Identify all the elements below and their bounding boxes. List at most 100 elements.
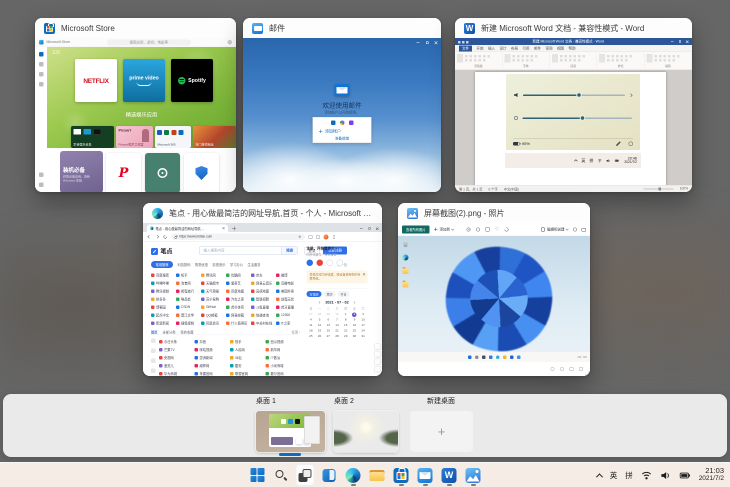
site-link[interactable]: IT之家 <box>276 319 300 327</box>
quick-action-circles[interactable] <box>307 260 368 267</box>
register-card-title[interactable]: 注册，开始自定义 › <box>307 246 368 251</box>
site-link[interactable]: 天猫超市 <box>201 279 225 287</box>
file-explorer-button[interactable] <box>368 464 387 486</box>
floating-toolbar[interactable] <box>375 344 381 373</box>
site-link[interactable]: 晋江文学 <box>176 311 200 319</box>
ready-link[interactable]: 准备就绪 <box>313 136 371 141</box>
site-link[interactable]: 爱奇艺 <box>226 279 250 287</box>
site-link[interactable]: 人民网 <box>230 346 265 354</box>
window-controls[interactable] <box>355 227 382 231</box>
zoom-slider[interactable] <box>644 188 674 189</box>
site-link[interactable]: 凤凰资讯 <box>201 319 225 327</box>
site-link[interactable]: 新浪新闻 <box>151 319 175 327</box>
site-link[interactable]: 优酷网 <box>226 271 250 279</box>
share-icon[interactable] <box>573 227 577 231</box>
site-link[interactable]: 少数派 <box>266 354 301 362</box>
search-button[interactable] <box>272 464 291 486</box>
site-search-button[interactable]: 搜索 <box>282 247 298 255</box>
microsoft-store-button[interactable] <box>392 464 411 486</box>
prev-month-icon[interactable] <box>318 301 321 304</box>
spotify-tile[interactable]: Spotify <box>171 59 213 102</box>
notice-close-icon[interactable] <box>363 273 366 276</box>
site-link[interactable]: 芒果TV <box>159 346 194 354</box>
collections-icon[interactable] <box>309 235 313 239</box>
site-link[interactable]: GitHub <box>201 303 225 311</box>
site-link[interactable]: 携程旅行 <box>176 287 200 295</box>
ribbon-tab-1[interactable]: 文件 <box>459 45 472 51</box>
forward-icon[interactable] <box>155 235 160 240</box>
store-card-games[interactable]: 热门游戏精选 <box>193 126 236 148</box>
site-link[interactable]: 什么值得买 <box>226 319 250 327</box>
calendar-tab[interactable]: 黄历 <box>324 291 336 297</box>
site-link[interactable]: 虎牙直播 <box>276 303 300 311</box>
site-link[interactable]: 咪咕视频 <box>195 346 230 354</box>
task-view-button[interactable] <box>296 464 315 486</box>
manage-link[interactable]: 管理 › <box>292 329 300 334</box>
site-link[interactable]: 天气预报 <box>201 287 225 295</box>
more-menu-icon[interactable] <box>334 236 335 237</box>
word-button[interactable] <box>440 464 459 486</box>
desktop-1-thumbnail[interactable] <box>256 411 325 452</box>
favorite-circle-icon[interactable] <box>317 260 324 267</box>
site-link[interactable]: 京东 <box>251 271 275 279</box>
ribbon-tab-9[interactable]: 视图 <box>557 46 564 51</box>
pinterest-tile[interactable] <box>106 153 141 192</box>
store-card-microsoft365[interactable]: Microsoft 365 <box>155 126 191 148</box>
site-link[interactable]: 苹果官网 <box>195 370 230 377</box>
section-tab[interactable]: 首页 <box>151 329 158 334</box>
site-link[interactable]: 汽车之家 <box>226 295 250 303</box>
calendar-day[interactable]: 30 <box>350 334 359 340</box>
section-tab[interactable]: 我的收藏 <box>181 329 194 334</box>
calendar-tab[interactable]: 节日 <box>338 291 350 297</box>
address-bar[interactable]: https://www.bidian.com <box>171 234 305 241</box>
calendar-day[interactable]: 25 <box>307 334 316 340</box>
store-card-picsart[interactable]: PicsartPicsart 照片工作室 <box>116 126 153 148</box>
site-link[interactable]: 今日头条 <box>159 338 194 346</box>
empty-circle-icon[interactable] <box>327 260 334 267</box>
store-avatar[interactable] <box>227 40 232 45</box>
filmstrip-icon[interactable] <box>579 367 583 371</box>
add-account-button[interactable]: 添加帐户 <box>313 129 371 135</box>
category-link[interactable]: 学习办公 <box>226 262 244 267</box>
extensions-icon[interactable] <box>316 235 320 239</box>
user-circle-icon[interactable] <box>307 260 314 267</box>
ribbon-tab-3[interactable]: 插入 <box>488 46 495 51</box>
empty-circle-icon[interactable] <box>337 260 344 267</box>
delete-icon[interactable] <box>486 228 490 232</box>
document-page[interactable]: 95% 英 拼 20:462021/7/2 <box>475 72 666 185</box>
site-link[interactable]: QQ邮箱 <box>201 311 225 319</box>
calendar-tab[interactable]: 万年历 <box>307 291 322 297</box>
battery-icon[interactable] <box>679 470 691 481</box>
desktop-2-thumbnail[interactable] <box>334 411 398 452</box>
site-link[interactable]: 威锋网 <box>195 362 230 370</box>
site-link[interactable]: 抖音 <box>195 338 230 346</box>
photos-button[interactable] <box>464 464 483 486</box>
site-search-input[interactable]: 输入搜索内容搜索 <box>199 246 298 255</box>
speaker-icon[interactable] <box>660 470 671 481</box>
site-link[interactable]: 高德地图 <box>251 287 275 295</box>
site-link[interactable]: 华为商城 <box>159 370 194 377</box>
edge-button[interactable] <box>344 464 363 486</box>
site-link[interactable]: 小米商城 <box>266 362 301 370</box>
category-link[interactable]: 科技数码 <box>178 262 191 267</box>
profile-avatar[interactable] <box>324 234 329 239</box>
maximize-icon[interactable] <box>368 227 372 231</box>
site-link[interactable]: 央视网 <box>159 354 194 362</box>
minimize-icon[interactable] <box>671 40 675 44</box>
category-link[interactable]: 生活服务 <box>243 262 261 267</box>
shield-app-tile[interactable] <box>184 153 219 192</box>
section-tab[interactable]: 全部分类 <box>163 329 176 334</box>
site-link[interactable]: 百度地图 <box>226 287 250 295</box>
next-month-icon[interactable] <box>353 301 356 304</box>
site-link[interactable]: 网易邮箱 <box>226 311 250 319</box>
primary-category-pill[interactable]: 常用推荐 <box>151 261 173 268</box>
ribbon-tab-6[interactable]: 引用 <box>523 46 530 51</box>
edit-create-button[interactable]: 编辑和创建 <box>541 227 569 232</box>
site-link[interactable]: 快手 <box>230 338 265 346</box>
site-link[interactable]: 中关村在线 <box>251 319 275 327</box>
calendar-day[interactable]: 26 <box>315 334 324 340</box>
ribbon-tab-10[interactable]: 帮助 <box>569 46 576 51</box>
word-count[interactable]: 0 个字 <box>488 186 497 191</box>
tray-chevron-up-icon[interactable] <box>596 473 603 480</box>
maximize-icon[interactable] <box>678 40 682 44</box>
